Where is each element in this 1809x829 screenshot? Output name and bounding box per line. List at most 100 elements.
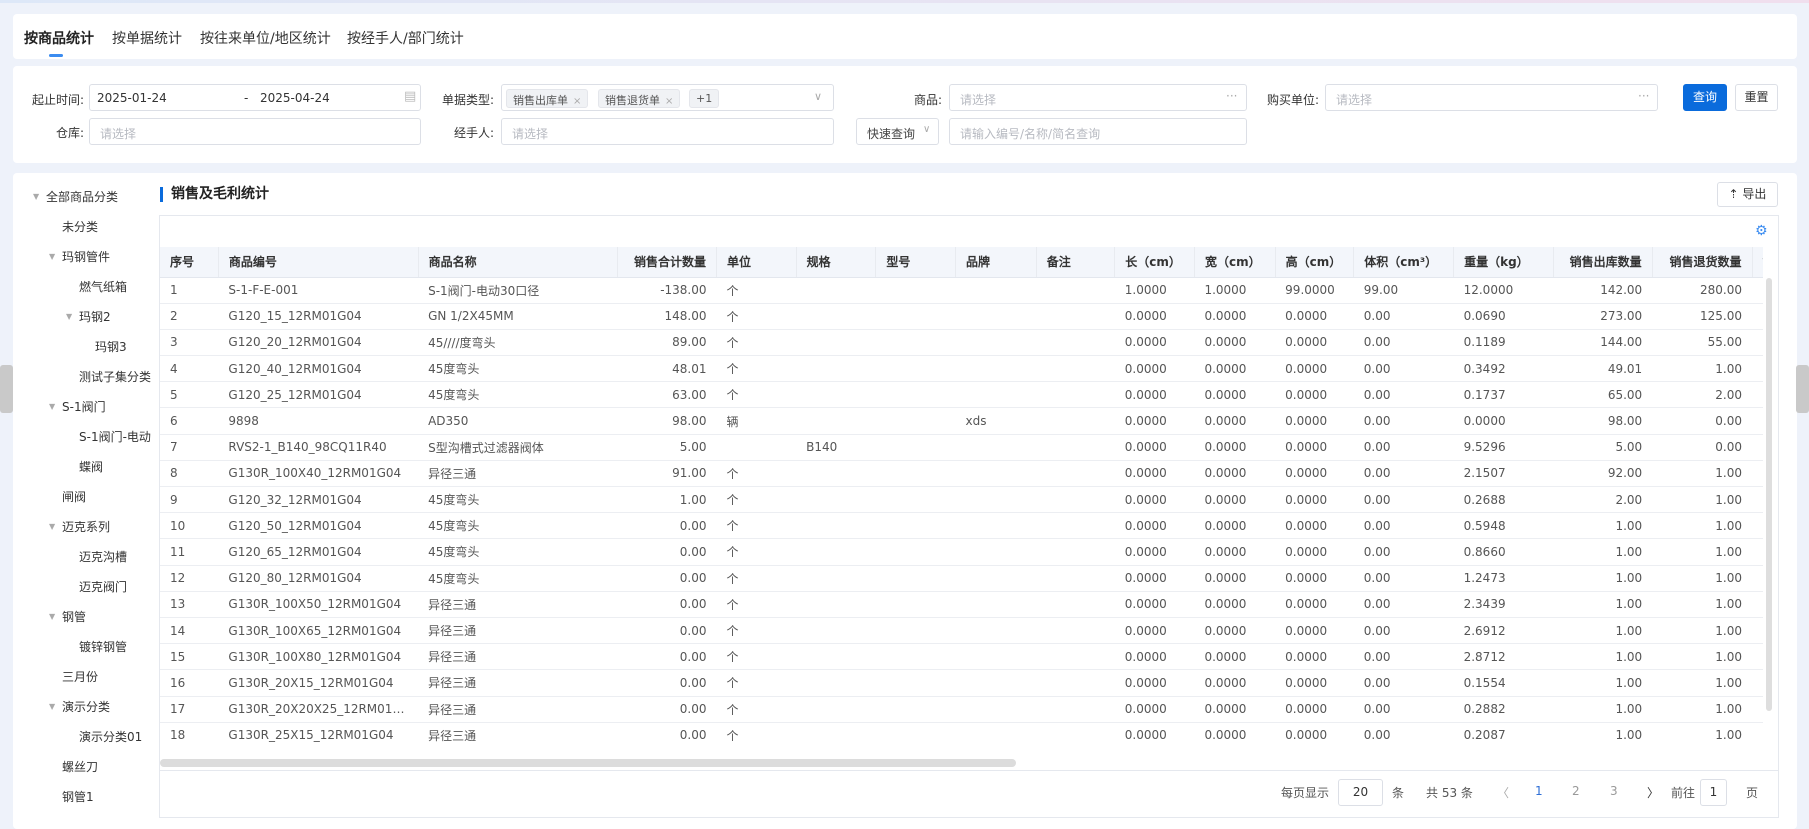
search-button[interactable]: 查询: [1683, 84, 1727, 111]
calendar-icon[interactable]: ▤: [404, 89, 416, 104]
column-header[interactable]: 销售合计数量: [617, 247, 718, 278]
table-row[interactable]: 2 G120_15_12RM01G04 GN 1/2X45MM 148.00 个 0.00…: [160, 303, 1763, 330]
export-button[interactable]: ⇡ 导出: [1717, 182, 1778, 207]
column-header[interactable]: 销售退货数量: [1652, 247, 1753, 278]
left-collapse-handle[interactable]: [0, 365, 13, 413]
handler-select[interactable]: 请选择: [501, 118, 834, 145]
caret-down-icon[interactable]: ▼: [66, 308, 72, 326]
table-row[interactable]: 3 G120_20_12RM01G04 45////度弯头 89.00 个 0.0000 0…: [160, 329, 1763, 357]
column-header[interactable]: 商品名称: [418, 247, 619, 278]
tree-item[interactable]: 测试子集分类: [79, 368, 151, 386]
tree-item[interactable]: 全部商品分类: [46, 188, 118, 206]
per-page-select[interactable]: 20: [1338, 779, 1383, 806]
column-header[interactable]: 单位: [716, 247, 797, 278]
page-2[interactable]: 2: [1572, 784, 1580, 798]
caret-down-icon[interactable]: ▼: [49, 518, 55, 536]
table-row[interactable]: 18 G130R_25X15_12RM01G04 异径三通 0.00 个 0.0000 0.…: [160, 722, 1763, 747]
prev-page-icon[interactable]: 〈: [1497, 784, 1509, 801]
tree-item[interactable]: 未分类: [62, 218, 98, 236]
table-row[interactable]: 8 G130R_100X40_12RM01G04 异径三通 91.00 个 0.0000 0…: [160, 460, 1763, 488]
quick-query-select[interactable]: 快速查询 ∨: [856, 118, 939, 145]
table-row[interactable]: 6 9898 AD350 98.00 辆 xds 0.0000 0.0000 0.0000 0.0…: [160, 407, 1763, 435]
column-header[interactable]: 重量（kg）: [1453, 247, 1554, 278]
column-header[interactable]: 高（cm）: [1275, 247, 1355, 278]
table-cell: 0.0000: [1275, 460, 1354, 488]
reset-button[interactable]: 重置: [1735, 84, 1778, 111]
table-row[interactable]: 15 G130R_100X80_12RM01G04 异径三通 0.00 个 0.0000 0…: [160, 643, 1763, 671]
caret-down-icon[interactable]: ▼: [49, 698, 55, 716]
tab-by-document[interactable]: 按单据统计: [112, 28, 182, 48]
goto-page-input[interactable]: 1: [1700, 779, 1727, 806]
buyer-select[interactable]: 请选择 ···: [1325, 84, 1658, 111]
caret-down-icon[interactable]: ▼: [49, 398, 55, 416]
more-icon[interactable]: ···: [1226, 89, 1237, 103]
tree-item[interactable]: 演示分类01: [79, 728, 142, 746]
tree-item[interactable]: 玛钢2: [79, 308, 111, 326]
tree-item[interactable]: 玛钢3: [95, 338, 127, 356]
column-header[interactable]: 品牌: [955, 247, 1037, 278]
tree-item[interactable]: S-1阀门: [62, 398, 106, 416]
tree-item[interactable]: 闸阀: [62, 488, 86, 506]
tree-item[interactable]: 燃气纸箱: [79, 278, 127, 296]
column-header[interactable]: 序号: [160, 247, 219, 278]
tag-close-icon[interactable]: ×: [573, 96, 581, 107]
table-row[interactable]: 12 G120_80_12RM01G04 45度弯头 0.00 个 0.0000 0.000…: [160, 565, 1763, 592]
page-3[interactable]: 3: [1610, 784, 1618, 798]
column-header[interactable]: 长（cm）: [1114, 247, 1195, 278]
column-header[interactable]: 销售出库数量: [1553, 247, 1653, 278]
caret-down-icon[interactable]: ▼: [49, 608, 55, 626]
chevron-down-icon[interactable]: ∨: [814, 90, 822, 103]
warehouse-select[interactable]: 请选择: [89, 118, 421, 145]
table-row[interactable]: 17 G130R_20X20X25_12RM01G04 异径三通 0.00 个 0.000…: [160, 696, 1763, 723]
column-header[interactable]: 商品编号: [218, 247, 419, 278]
tag-close-icon[interactable]: ×: [665, 96, 673, 107]
column-header[interactable]: 型号: [875, 247, 956, 278]
column-header[interactable]: 规格: [796, 247, 877, 278]
table-row[interactable]: 16 G130R_20X15_12RM01G04 异径三通 0.00 个 0.0000 0.…: [160, 669, 1763, 697]
tree-item[interactable]: 螺丝刀: [62, 758, 98, 776]
date-start[interactable]: 2025-01-24: [97, 91, 167, 105]
product-select[interactable]: 请选择 ···: [949, 84, 1247, 111]
tree-item[interactable]: 钢管: [62, 608, 86, 626]
tree-item[interactable]: 钢管1: [62, 788, 94, 806]
table-row[interactable]: 14 G130R_100X65_12RM01G04 异径三通 0.00 个 0.0000 0…: [160, 617, 1763, 645]
date-range-picker[interactable]: 2025-01-24 - 2025-04-24 ▤: [89, 84, 421, 111]
caret-down-icon[interactable]: ▼: [49, 248, 55, 266]
tab-by-partner-region[interactable]: 按往来单位/地区统计: [200, 28, 331, 48]
page-1[interactable]: 1: [1535, 784, 1543, 798]
table-row[interactable]: 7 RVS2-1_B140_98CQ11R40 S型沟槽式过滤器阀体 5.00 B140…: [160, 434, 1763, 461]
table-row[interactable]: 10 G120_50_12RM01G04 45度弯头 0.00 个 0.0000 0.000…: [160, 512, 1763, 540]
right-collapse-handle[interactable]: [1796, 365, 1809, 413]
caret-down-icon[interactable]: ▼: [33, 188, 39, 206]
doc-type-more-tag[interactable]: +1: [689, 89, 720, 108]
table-row[interactable]: 4 G120_40_12RM01G04 45度弯头 48.01 个 0.0000 0.000…: [160, 355, 1763, 383]
tab-by-product[interactable]: 按商品统计: [24, 28, 94, 48]
table-row[interactable]: 13 G130R_100X50_12RM01G04 异径三通 0.00 个 0.0000 0…: [160, 591, 1763, 618]
vertical-scrollbar[interactable]: [1766, 278, 1772, 711]
column-header[interactable]: 体积（cm³）: [1353, 247, 1455, 278]
tree-item[interactable]: 玛钢管件: [62, 248, 110, 266]
table-row[interactable]: 9 G120_32_12RM01G04 45度弯头 1.00 个 0.0000 0.0000…: [160, 486, 1763, 514]
tree-item[interactable]: 演示分类: [62, 698, 110, 716]
horizontal-scrollbar[interactable]: [160, 759, 1016, 767]
column-header[interactable]: 宽（cm）: [1194, 247, 1276, 278]
table-row[interactable]: 11 G120_65_12RM01G04 45度弯头 0.00 个 0.0000 0.000…: [160, 538, 1763, 566]
tree-item[interactable]: 迈克阀门: [79, 578, 127, 596]
tree-item[interactable]: 迈克沟槽: [79, 548, 127, 566]
tree-item[interactable]: 镀锌钢管: [79, 638, 127, 656]
tab-by-handler-department[interactable]: 按经手人/部门统计: [347, 28, 464, 48]
column-header[interactable]: 备注: [1036, 247, 1116, 278]
quick-query-input[interactable]: 请输入编号/名称/简名查询: [949, 118, 1247, 145]
table-row[interactable]: 1 S-1-F-E-001 S-1阀门-电动30口径 -138.00 个 1.0000 1.…: [160, 277, 1763, 304]
tree-item[interactable]: S-1阀门-电动: [79, 428, 151, 446]
column-header[interactable]: 销售退货率（%）: [1752, 247, 1763, 278]
tree-item[interactable]: 蝶阀: [79, 458, 103, 476]
more-icon[interactable]: ···: [1638, 89, 1649, 103]
tree-item[interactable]: 三月份: [62, 668, 98, 686]
next-page-icon[interactable]: 〉: [1647, 784, 1659, 801]
date-end[interactable]: 2025-04-24: [260, 91, 330, 105]
tree-item[interactable]: 迈克系列: [62, 518, 110, 536]
table-row[interactable]: 5 G120_25_12RM01G04 45度弯头 63.00 个 0.0000 0.000…: [160, 381, 1763, 409]
gear-icon[interactable]: ⚙: [1755, 223, 1768, 239]
doc-type-select[interactable]: 销售出库单 × 销售退货单 × +1 ∨: [501, 84, 834, 111]
